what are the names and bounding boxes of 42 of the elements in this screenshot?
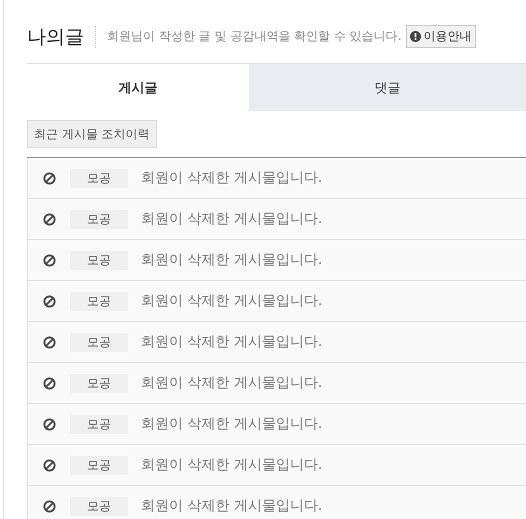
- category-tag: 모공: [70, 414, 128, 434]
- list-row[interactable]: 모공 회원이 삭제한 게시물입니다.: [27, 445, 526, 486]
- list-row[interactable]: 모공 회원이 삭제한 게시물입니다.: [27, 363, 526, 404]
- deleted-post-text: 회원이 삭제한 게시물입니다.: [141, 333, 322, 351]
- page-description: 회원님이 작성한 글 및 공감내역을 확인할 수 있습니다.: [107, 28, 402, 45]
- list-row[interactable]: 모공 회원이 삭제한 게시물입니다.: [27, 240, 526, 281]
- list-row[interactable]: 모공 회원이 삭제한 게시물입니다.: [27, 281, 526, 322]
- category-tag: 모공: [70, 292, 128, 310]
- deleted-post-text: 회원이 삭제한 게시물입니다.: [141, 251, 322, 269]
- prohibited-icon: [43, 418, 56, 430]
- prohibited-icon: [43, 172, 56, 184]
- deleted-post-text: 회원이 삭제한 게시물입니다.: [141, 415, 322, 433]
- deleted-post-text: 회원이 삭제한 게시물입니다.: [141, 169, 322, 187]
- prohibited-icon: [43, 500, 56, 512]
- category-tag: 모공: [70, 250, 128, 270]
- info-icon: [410, 31, 421, 42]
- category-tag: 모공: [70, 332, 128, 352]
- list-row[interactable]: 모공 회원이 삭제한 게시물입니다.: [27, 158, 526, 199]
- category-tag: 모공: [70, 210, 128, 228]
- category-tag: 모공: [70, 456, 128, 474]
- page-title: 나의글: [27, 24, 84, 50]
- deleted-post-text: 회원이 삭제한 게시물입니다.: [141, 497, 322, 515]
- guide-button[interactable]: 이용안내: [406, 25, 476, 48]
- prohibited-icon: [43, 254, 56, 266]
- category-tag: 모공: [70, 496, 128, 516]
- list-row[interactable]: 모공 회원이 삭제한 게시물입니다.: [27, 404, 526, 445]
- history-button[interactable]: 최근 게시물 조치이력: [27, 120, 157, 148]
- tab[interactable]: 댓글: [249, 64, 526, 111]
- deleted-post-text: 회원이 삭제한 게시물입니다.: [141, 456, 322, 474]
- prohibited-icon: [43, 294, 56, 308]
- prohibited-icon: [43, 212, 56, 226]
- prohibited-icon: [43, 336, 56, 348]
- category-tag: 모공: [70, 374, 128, 392]
- list-row[interactable]: 모공 회원이 삭제한 게시물입니다.: [27, 322, 526, 363]
- deleted-post-text: 회원이 삭제한 게시물입니다.: [141, 210, 322, 228]
- deleted-post-text: 회원이 삭제한 게시물입니다.: [141, 292, 322, 310]
- list-row[interactable]: 모공 회원이 삭제한 게시물입니다.: [27, 486, 526, 519]
- list-row[interactable]: 모공 회원이 삭제한 게시물입니다.: [27, 199, 526, 240]
- prohibited-icon: [43, 376, 56, 390]
- prohibited-icon: [43, 458, 56, 472]
- deleted-post-text: 회원이 삭제한 게시물입니다.: [141, 374, 322, 392]
- category-tag: 모공: [70, 168, 128, 188]
